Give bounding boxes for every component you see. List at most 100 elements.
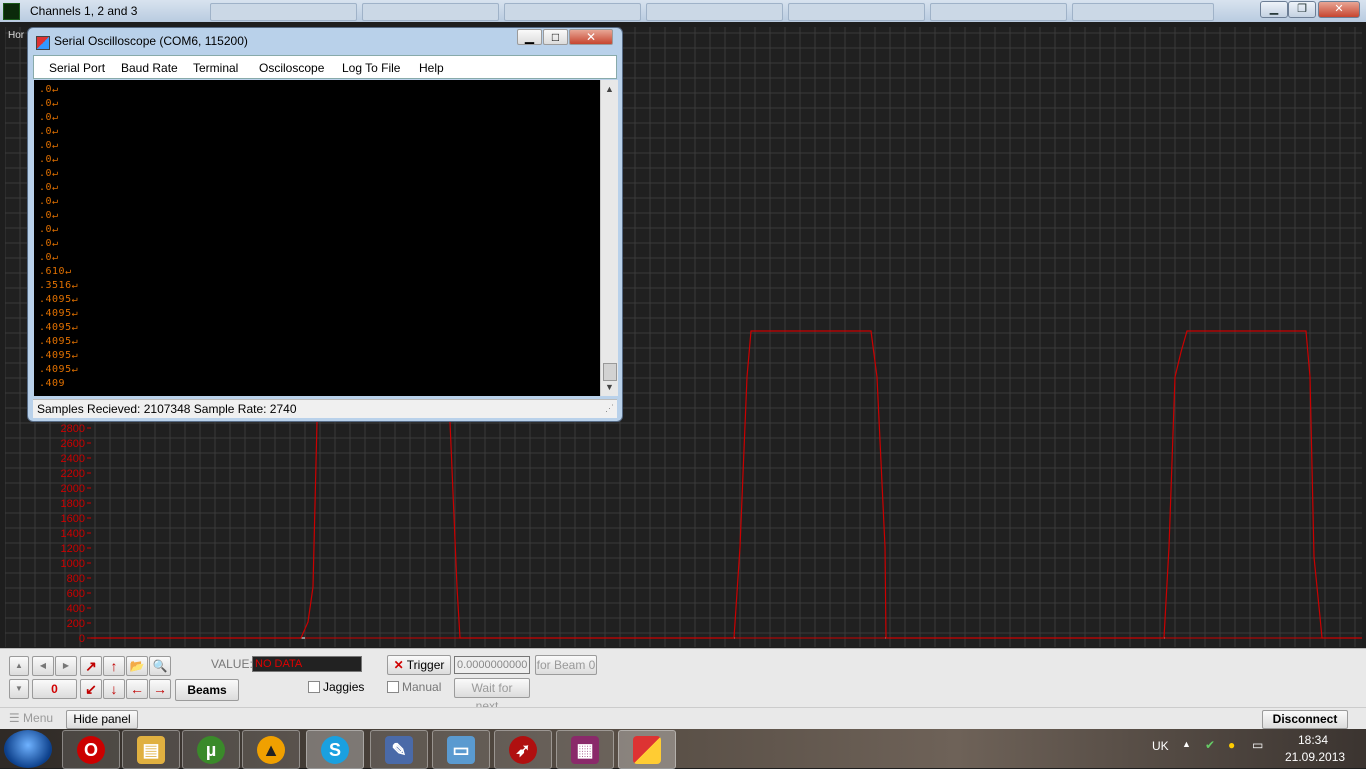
step-right-button[interactable]: ▶ bbox=[55, 656, 77, 676]
terminal-line: .0↵ bbox=[39, 168, 59, 179]
arrow-up-right-icon[interactable]: ↗ bbox=[80, 656, 102, 676]
serial-oscilloscope-window[interactable]: Serial Oscilloscope (COM6, 115200) ▁ □ ✕… bbox=[27, 27, 623, 422]
counter-field[interactable]: 0 bbox=[32, 679, 77, 699]
terminal-scrollbar[interactable]: ▲ ▼ bbox=[600, 80, 618, 396]
menu-log-to-file[interactable]: Log To File bbox=[342, 61, 400, 75]
taskbar-skype[interactable]: S bbox=[306, 730, 364, 769]
for-beam-button[interactable]: for Beam 0 bbox=[535, 655, 597, 675]
menu-terminal[interactable]: Terminal bbox=[193, 61, 238, 75]
taskbar-serial-oscilloscope[interactable] bbox=[618, 730, 676, 769]
zoom-icon[interactable]: 🔍 bbox=[149, 656, 171, 676]
menu-serial-port[interactable]: Serial Port bbox=[49, 61, 105, 75]
tray-expand-icon[interactable]: ▲ bbox=[1182, 739, 1191, 749]
terminal-line: .0↵ bbox=[39, 154, 59, 165]
taskbar-opera[interactable]: O bbox=[62, 730, 120, 769]
trigger-value-field[interactable]: 0.0000000000 bbox=[454, 656, 530, 674]
value-label: VALUE: bbox=[211, 657, 253, 671]
beams-button[interactable]: Beams bbox=[175, 679, 239, 701]
background-tab[interactable] bbox=[788, 3, 925, 21]
background-tab[interactable] bbox=[1072, 3, 1214, 21]
taskbar-utorrent[interactable]: µ bbox=[182, 730, 240, 769]
serial-app-icon bbox=[36, 36, 50, 50]
terminal-line: .3516↵ bbox=[39, 280, 79, 291]
language-indicator[interactable]: UK bbox=[1152, 739, 1169, 753]
serial-window-title: Serial Oscilloscope (COM6, 115200) bbox=[54, 34, 248, 48]
serial-minimize-button[interactable]: ▁ bbox=[517, 29, 542, 45]
terminal-line: .4095↵ bbox=[39, 350, 79, 361]
serial-close-button[interactable]: ✕ bbox=[569, 29, 613, 45]
trigger-button[interactable]: ✕ Trigger bbox=[387, 655, 451, 675]
taskbar: O ▤ µ ▲ S ✎ ▭ ➶ ▦ UK ▲ ✔ ● ▭ 18:34 21.09… bbox=[0, 729, 1366, 769]
terminal-line: .0↵ bbox=[39, 126, 59, 137]
terminal-line: .4095↵ bbox=[39, 294, 79, 305]
terminal-output[interactable]: .0↵ .0↵ .0↵ .0↵ .0↵ .0↵ .0↵ .0↵ .0↵ .0↵ .0↵ .0↵ .0↵.… bbox=[34, 80, 600, 396]
background-tab[interactable] bbox=[504, 3, 641, 21]
background-tab[interactable] bbox=[362, 3, 499, 21]
taskbar-picture-viewer[interactable]: ▭ bbox=[432, 730, 490, 769]
taskbar-explorer[interactable]: ▤ bbox=[122, 730, 180, 769]
horizontal-label: Hor bbox=[8, 30, 25, 41]
y-axis-label: 1200 bbox=[61, 543, 85, 555]
maximize-button[interactable]: ❐ bbox=[1288, 1, 1316, 18]
network-check-icon[interactable]: ✔ bbox=[1205, 738, 1215, 752]
taskbar-paint[interactable]: ✎ bbox=[370, 730, 428, 769]
y-axis-label: 600 bbox=[67, 588, 85, 600]
serial-maximize-button[interactable]: □ bbox=[543, 29, 568, 45]
menu-button[interactable]: ☰ Menu bbox=[4, 710, 58, 729]
notification-icon[interactable]: ● bbox=[1228, 738, 1235, 752]
background-tab[interactable] bbox=[930, 3, 1067, 21]
oscilloscope-app-icon bbox=[3, 3, 20, 20]
y-axis-label: 2800 bbox=[61, 423, 85, 435]
open-file-icon[interactable]: 📂 bbox=[126, 656, 148, 676]
aimp-icon: ▲ bbox=[257, 736, 285, 764]
arrow-up-icon[interactable]: ↑ bbox=[103, 656, 125, 676]
hide-panel-button[interactable]: Hide panel bbox=[66, 710, 138, 729]
trigger-label: Trigger bbox=[406, 658, 445, 672]
display-icon[interactable]: ▭ bbox=[1252, 738, 1263, 752]
y-axis-label: 1400 bbox=[61, 528, 85, 540]
terminal-line: .4095↵ bbox=[39, 308, 79, 319]
background-tab[interactable] bbox=[210, 3, 357, 21]
arrow-right-icon[interactable]: → bbox=[149, 679, 171, 699]
manual-checkbox[interactable] bbox=[387, 681, 399, 693]
scroll-down-icon[interactable]: ▼ bbox=[605, 382, 614, 392]
arrow-down-left-icon[interactable]: ↙ bbox=[80, 679, 102, 699]
y-axis-label: 2600 bbox=[61, 438, 85, 450]
rocket-icon: ➶ bbox=[509, 736, 537, 764]
close-icon: ✕ bbox=[393, 658, 404, 672]
taskbar-rocket-app[interactable]: ➶ bbox=[494, 730, 552, 769]
terminal-line: .0↵ bbox=[39, 252, 59, 263]
disconnect-button[interactable]: Disconnect bbox=[1262, 710, 1348, 729]
start-button[interactable] bbox=[4, 730, 52, 768]
scroll-thumb[interactable] bbox=[603, 363, 617, 381]
menu-help[interactable]: Help bbox=[419, 61, 444, 75]
jaggies-checkbox[interactable] bbox=[308, 681, 320, 693]
taskbar-aimp[interactable]: ▲ bbox=[242, 730, 300, 769]
close-button[interactable]: ✕ bbox=[1318, 1, 1360, 18]
step-left-button[interactable]: ◀ bbox=[32, 656, 54, 676]
bottom-bar: ☰ Menu Hide panel Disconnect bbox=[0, 707, 1366, 730]
scroll-up-icon[interactable]: ▲ bbox=[605, 84, 614, 94]
resize-grip-icon[interactable]: ⋰ bbox=[605, 403, 614, 414]
clock-time[interactable]: 18:34 bbox=[1298, 733, 1328, 747]
scroll-down-button[interactable]: ▼ bbox=[9, 679, 29, 699]
taskbar-winrar[interactable]: ▦ bbox=[556, 730, 614, 769]
arrow-down-icon[interactable]: ↓ bbox=[103, 679, 125, 699]
utorrent-icon: µ bbox=[197, 736, 225, 764]
arrow-left-icon[interactable]: ← bbox=[126, 679, 148, 699]
wait-for-next-button[interactable]: Wait for next... bbox=[454, 678, 530, 713]
menu-baud-rate[interactable]: Baud Rate bbox=[121, 61, 178, 75]
background-tab[interactable] bbox=[646, 3, 783, 21]
y-axis-label: 1000 bbox=[61, 558, 85, 570]
clock-date[interactable]: 21.09.2013 bbox=[1285, 750, 1345, 764]
terminal-line: .4095↵ bbox=[39, 322, 79, 333]
terminal-line: .4095↵ bbox=[39, 336, 79, 347]
value-field: NO DATA bbox=[252, 656, 362, 672]
menu-osciloscope[interactable]: Osciloscope bbox=[259, 61, 324, 75]
scroll-up-button[interactable]: ▲ bbox=[9, 656, 29, 676]
y-axis-label: 2000 bbox=[61, 483, 85, 495]
terminal-line: .0↵ bbox=[39, 140, 59, 151]
minimize-button[interactable]: ▁ bbox=[1260, 1, 1288, 18]
folder-icon: ▤ bbox=[137, 736, 165, 764]
menu-icon: ☰ bbox=[8, 711, 20, 725]
